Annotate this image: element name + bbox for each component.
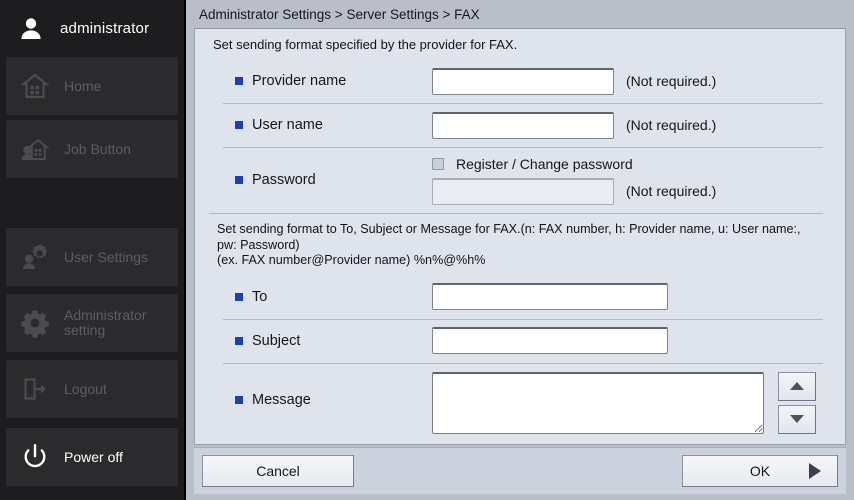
main-panel: Administrator Settings > Server Settings… <box>186 0 854 500</box>
format-instructions-line2: pw: Password) <box>217 237 300 252</box>
row-to: To <box>209 275 831 319</box>
provider-name-input[interactable] <box>432 67 614 95</box>
settings-card: Set sending format specified by the prov… <box>194 28 846 445</box>
sidebar-item-user-settings[interactable]: User Settings <box>6 228 178 286</box>
field-label-text: Message <box>252 391 311 408</box>
user-settings-icon <box>20 242 50 272</box>
provider-name-note: (Not required.) <box>626 73 717 89</box>
sidebar-user: administrator <box>0 0 184 57</box>
user-icon <box>16 14 46 44</box>
arrow-right-icon <box>809 463 821 479</box>
breadcrumb: Administrator Settings > Server Settings… <box>186 0 854 28</box>
register-change-password-row[interactable]: Register / Change password <box>432 156 716 172</box>
sidebar-item-logout[interactable]: Logout <box>6 360 178 418</box>
field-label-text: Subject <box>252 332 301 349</box>
sidebar-item-label: Power off <box>64 448 123 465</box>
sidebar-item-administrator-setting[interactable]: Administrator setting <box>6 294 178 352</box>
scroll-up-icon[interactable] <box>778 371 816 401</box>
bullet-icon <box>235 176 243 184</box>
sidebar-item-label: Job Button <box>64 140 131 157</box>
power-icon <box>20 442 50 472</box>
ok-button-label: OK <box>749 463 771 479</box>
field-label-text: User name <box>252 117 323 133</box>
row-subject: Subject <box>209 318 831 363</box>
register-change-password-label: Register / Change password <box>456 155 633 172</box>
field-label-text: To <box>252 288 268 305</box>
scroll-spinner <box>778 371 816 434</box>
user-name-input[interactable] <box>432 111 614 139</box>
label-subject: Subject <box>235 333 432 349</box>
row-message: Message <box>209 362 831 441</box>
format-instructions: Set sending format to To, Subject or Mes… <box>209 213 831 275</box>
sidebar-item-job-button[interactable]: Job Button <box>6 120 178 178</box>
label-user-name: User name <box>235 117 432 133</box>
ok-button[interactable]: OK <box>682 455 838 487</box>
field-label-text: Provider name <box>252 73 347 89</box>
page-intro: Set sending format specified by the prov… <box>213 37 518 52</box>
sidebar-user-name: administrator <box>60 20 150 37</box>
label-message: Message <box>235 372 432 408</box>
scroll-down-icon[interactable] <box>778 404 816 434</box>
action-bar: Cancel OK <box>194 447 846 494</box>
sidebar-item-label: Home <box>64 77 102 94</box>
label-provider-name: Provider name <box>235 73 432 89</box>
row-user-name: User name (Not required.) <box>209 103 831 147</box>
bullet-icon <box>235 77 243 85</box>
subject-input[interactable] <box>432 327 668 354</box>
bullet-icon <box>235 121 243 129</box>
to-input[interactable] <box>432 283 668 310</box>
register-change-password-checkbox[interactable] <box>432 157 444 170</box>
user-name-note: (Not required.) <box>626 117 717 133</box>
field-label-text: Password <box>252 172 316 188</box>
sidebar: administrator Home Job Button User Setti… <box>0 0 186 500</box>
label-to: To <box>235 289 432 305</box>
format-instructions-line3: (ex. FAX number@Provider name) %n%@%h% <box>217 253 486 267</box>
password-input[interactable] <box>432 177 614 205</box>
sidebar-item-power-off[interactable]: Power off <box>6 428 178 486</box>
logout-icon <box>20 374 50 404</box>
password-note: (Not required.) <box>626 183 717 199</box>
cancel-button[interactable]: Cancel <box>202 455 354 487</box>
row-password: Password Register / Change password (Not… <box>209 147 831 213</box>
bullet-icon <box>235 336 243 345</box>
sidebar-item-label: User Settings <box>64 248 149 265</box>
settings-scroll-area: Provider name (Not required.) User name … <box>195 59 845 444</box>
row-provider-name: Provider name (Not required.) <box>209 59 831 103</box>
sidebar-item-home[interactable]: Home <box>6 57 178 115</box>
bullet-icon <box>235 395 243 404</box>
sidebar-item-label: Administrator setting <box>64 307 147 338</box>
password-input-row: (Not required.) <box>432 177 717 205</box>
job-button-icon <box>20 134 50 164</box>
label-password: Password <box>235 172 432 188</box>
bullet-icon <box>235 292 243 301</box>
format-instructions-line1: Set sending format to To, Subject or Mes… <box>217 222 801 236</box>
sidebar-item-label: Logout <box>64 380 107 397</box>
app-window: administrator Home Job Button User Setti… <box>0 0 854 500</box>
message-textarea[interactable] <box>432 371 764 434</box>
home-icon <box>20 71 50 101</box>
gear-icon <box>20 308 50 338</box>
password-block: Register / Change password (Not required… <box>432 156 716 205</box>
